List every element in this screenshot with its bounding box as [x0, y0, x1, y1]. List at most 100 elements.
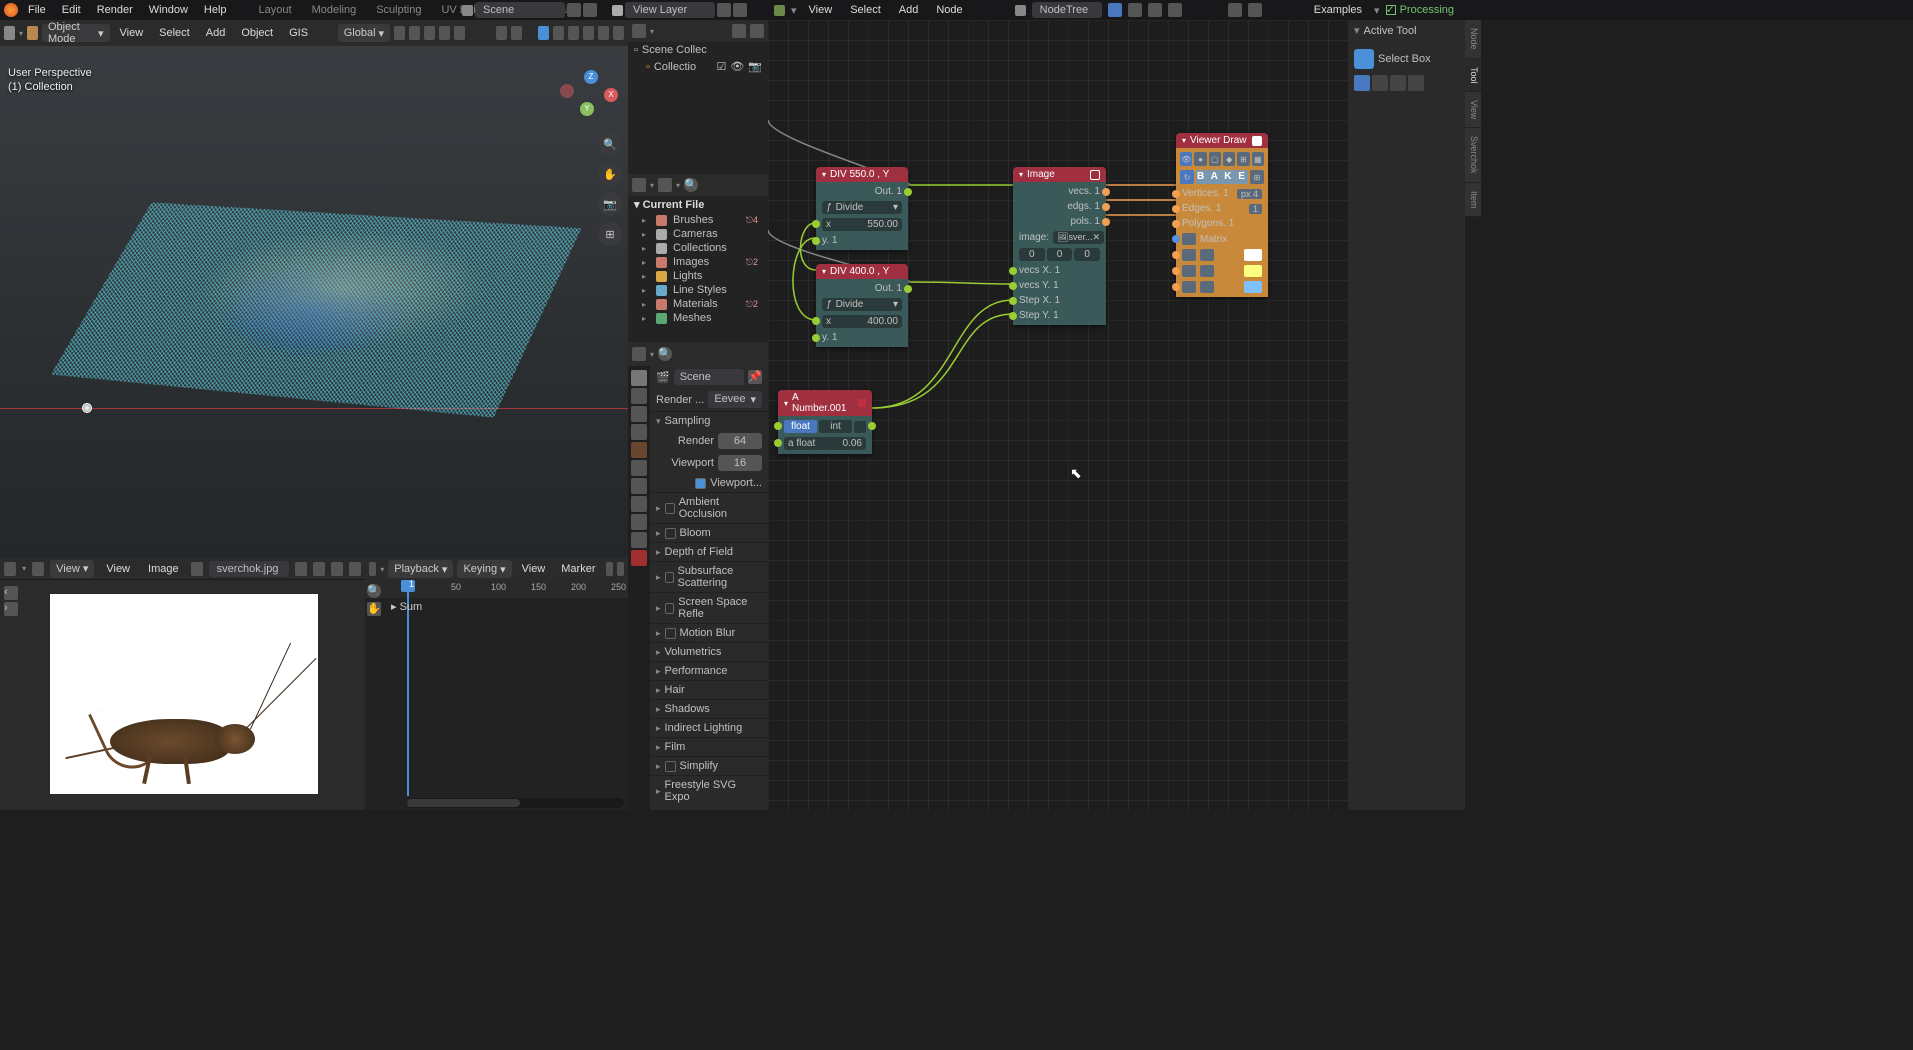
open-icon[interactable] — [331, 562, 343, 576]
axis-y-icon[interactable]: Y — [580, 102, 594, 116]
pan-icon[interactable]: ✋ — [598, 162, 622, 186]
float-value-input[interactable]: a float0.06 — [784, 437, 866, 450]
input-socket[interactable] — [1172, 251, 1180, 259]
search-icon[interactable]: 🔍 — [367, 584, 381, 598]
operation-selector[interactable]: ƒDivide▾ — [822, 201, 902, 214]
axis-neg-icon[interactable] — [560, 84, 574, 98]
tab-scene[interactable] — [631, 424, 647, 440]
panel-checkbox[interactable] — [665, 628, 676, 639]
property-panel[interactable]: ▸Film — [650, 737, 768, 756]
edge-icon[interactable]: ▢ — [1209, 152, 1221, 166]
pcol-btn[interactable] — [1182, 281, 1196, 293]
input-socket[interactable] — [812, 220, 820, 228]
editor-type-icon[interactable] — [632, 178, 646, 192]
file-item[interactable]: Materials⎋2 — [628, 297, 768, 311]
input-socket[interactable] — [1172, 220, 1180, 228]
new-icon[interactable] — [313, 562, 325, 576]
shading-matprev-icon[interactable] — [583, 26, 594, 40]
checkbox-icon[interactable]: ☑ — [716, 60, 726, 73]
timeline-scrollbar[interactable] — [407, 798, 624, 808]
node-viewer-draw[interactable]: ▾Viewer Draw 👁 ● ▢ ◆ ⊞ ▦ ↻ B A K E ⊞ Ver… — [1176, 133, 1268, 297]
vp-menu-gis[interactable]: GIS — [283, 25, 314, 41]
examples-menu[interactable]: Examples — [1308, 2, 1368, 18]
scene-selector[interactable]: Scene — [475, 2, 565, 18]
int-toggle[interactable]: int — [819, 420, 852, 433]
node-div-550[interactable]: ▾DIV 550.0 , Y Out. 1 ƒDivide▾ x550.00 y… — [816, 167, 908, 250]
side-tab-tool[interactable]: Tool — [1465, 59, 1481, 93]
editor-type-icon[interactable] — [632, 24, 646, 38]
vert-icon[interactable]: ● — [1194, 152, 1206, 166]
property-panel[interactable]: ▸Performance — [650, 661, 768, 680]
gizmo-icon[interactable] — [511, 26, 522, 40]
output-socket[interactable] — [868, 422, 876, 430]
input-socket[interactable] — [774, 422, 782, 430]
panel-checkbox[interactable] — [665, 572, 674, 583]
editor-type-icon[interactable] — [4, 26, 15, 40]
output-socket[interactable] — [904, 285, 912, 293]
output-socket[interactable] — [1102, 218, 1110, 226]
property-panel[interactable]: ▸Motion Blur — [650, 623, 768, 642]
snap-type-icon[interactable] — [1248, 3, 1262, 17]
users-icon[interactable] — [295, 562, 307, 576]
node-image[interactable]: ▾Image vecs. 1 edgs. 1 pols. 1 image:🖼sv… — [1013, 167, 1106, 325]
file-item[interactable]: Lights — [628, 269, 768, 283]
vp-menu-select[interactable]: Select — [153, 25, 196, 41]
file-item[interactable]: Cameras — [628, 227, 768, 241]
select-mode-and-icon[interactable] — [1408, 75, 1424, 91]
output-socket[interactable] — [1102, 188, 1110, 196]
random-icon[interactable]: ▦ — [1252, 152, 1264, 166]
falloff-icon[interactable] — [454, 26, 465, 40]
orientation-selector[interactable]: Global ▾ — [338, 24, 390, 42]
menu-render[interactable]: Render — [91, 2, 139, 18]
snap-target-icon[interactable] — [424, 26, 435, 40]
input-socket[interactable] — [774, 439, 782, 447]
snap-icon[interactable] — [1228, 3, 1242, 17]
image-canvas[interactable] — [50, 594, 318, 794]
x-input[interactable]: x550.00 — [822, 218, 902, 231]
vp-menu-object[interactable]: Object — [235, 25, 279, 41]
workspace-tab[interactable]: Layout — [251, 2, 300, 18]
shading-solid-icon[interactable] — [568, 26, 579, 40]
tab-output[interactable] — [631, 388, 647, 404]
options-icon[interactable]: ⊞ — [1250, 170, 1264, 184]
input-socket[interactable] — [812, 334, 820, 342]
property-panel[interactable]: ▸Hair — [650, 680, 768, 699]
shading-options-icon[interactable] — [613, 26, 624, 40]
panel-checkbox[interactable] — [665, 603, 675, 614]
tl-menu-view[interactable]: View — [516, 561, 552, 577]
sampling-panel[interactable]: ▾Sampling — [650, 411, 768, 430]
tab-physics[interactable] — [631, 514, 647, 530]
snap-icon[interactable] — [409, 26, 420, 40]
node-a-number[interactable]: ▾A Number.001 float int a float0.06 — [778, 390, 872, 454]
eye-toggle-icon[interactable]: 👁 — [1180, 152, 1192, 166]
property-panel[interactable]: ▸Subsurface Scattering — [650, 561, 768, 592]
vp-menu-view[interactable]: View — [114, 25, 150, 41]
side-tab-sverchok[interactable]: Sverchok — [1465, 128, 1481, 183]
input-socket[interactable] — [1172, 283, 1180, 291]
edit-icon[interactable] — [1252, 136, 1262, 146]
side-tab-view[interactable]: View — [1465, 92, 1481, 128]
r-value[interactable]: 0 — [1019, 248, 1045, 261]
display-mode-icon[interactable] — [658, 178, 672, 192]
close-icon[interactable] — [733, 3, 747, 17]
pivot-icon[interactable] — [394, 26, 405, 40]
node-menu-view[interactable]: View — [803, 2, 839, 18]
tab-particles[interactable] — [631, 496, 647, 512]
editor-type-icon[interactable] — [369, 562, 376, 576]
vcol-btn2[interactable] — [1200, 249, 1214, 261]
input-socket[interactable] — [1009, 297, 1017, 305]
axis-z-icon[interactable]: Z — [584, 70, 598, 84]
tl-menu-marker[interactable]: Marker — [555, 561, 601, 577]
unlink-icon[interactable] — [349, 562, 361, 576]
select-mode-sub-icon[interactable] — [1390, 75, 1406, 91]
new-collection-icon[interactable] — [750, 24, 764, 38]
side-tab-node[interactable]: Node — [1465, 20, 1481, 59]
menu-file[interactable]: File — [22, 2, 52, 18]
face-icon[interactable]: ◆ — [1223, 152, 1235, 166]
eye-icon[interactable]: 👁 — [730, 60, 744, 73]
menu-edit[interactable]: Edit — [56, 2, 87, 18]
tab-data[interactable] — [631, 550, 647, 566]
panel-checkbox[interactable] — [665, 503, 675, 514]
pan-icon[interactable]: ✋ — [367, 602, 381, 616]
node-menu-add[interactable]: Add — [893, 2, 925, 18]
